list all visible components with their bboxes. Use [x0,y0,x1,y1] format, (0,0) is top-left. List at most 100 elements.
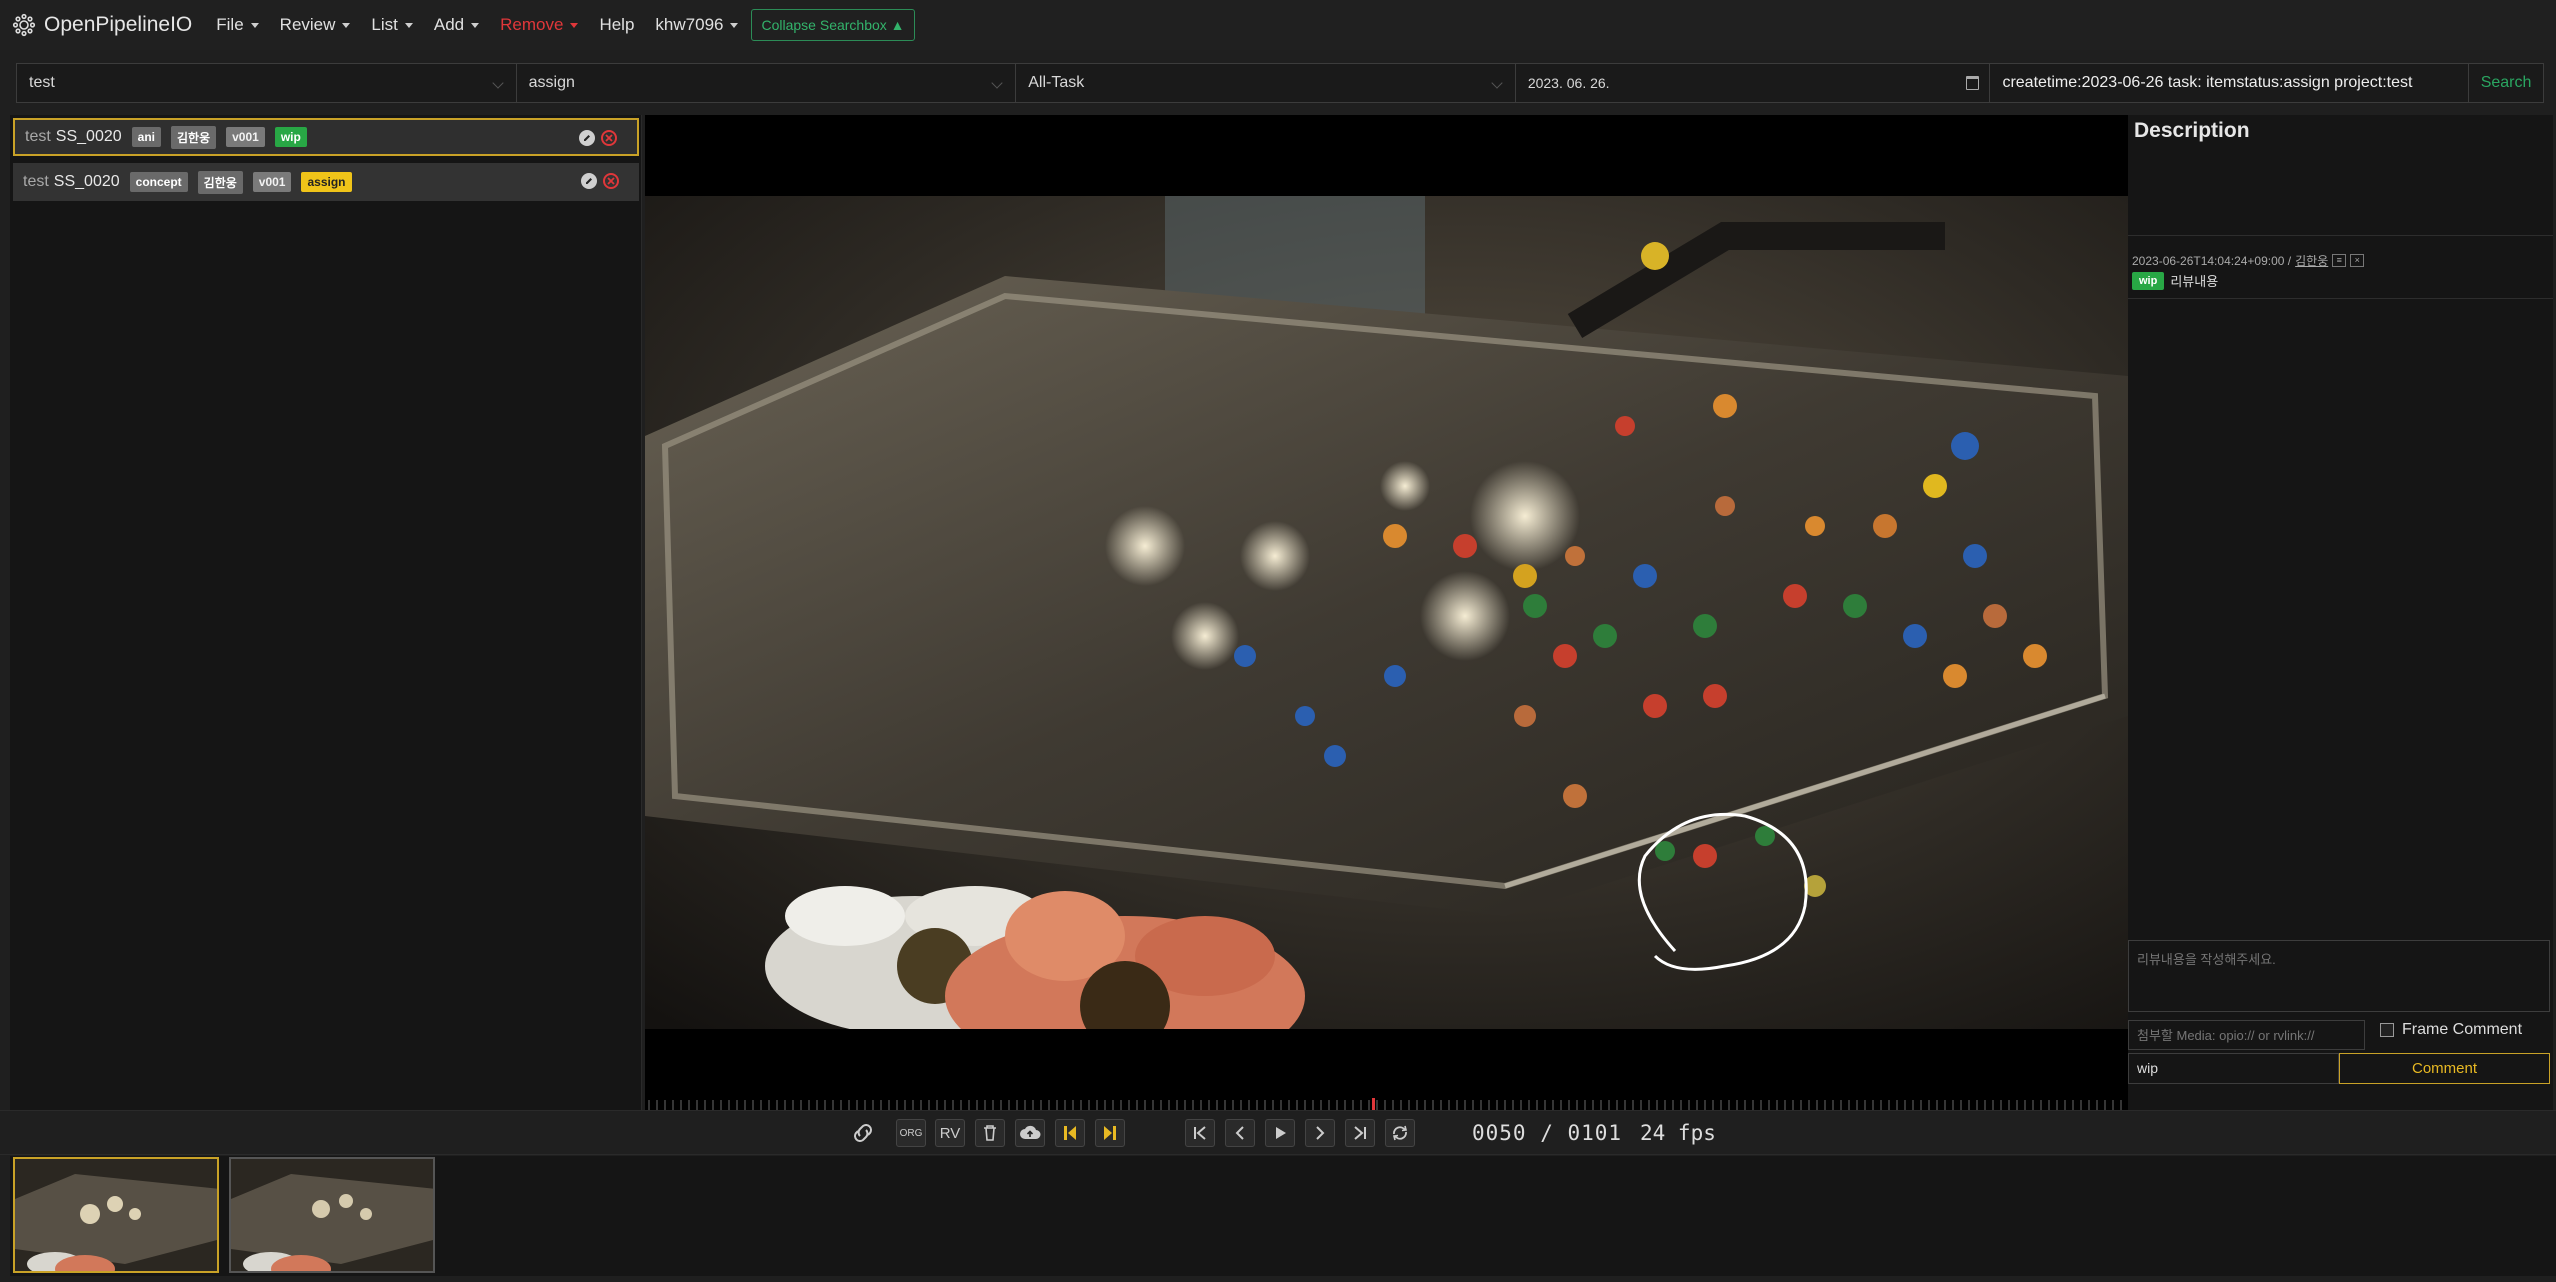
artist-badge[interactable]: 김한웅 [170,125,217,149]
task-select-value: All-Task [1028,74,1085,91]
org-button[interactable]: ORG [896,1119,926,1147]
frame-comment-checkbox[interactable] [2380,1023,2394,1037]
status-badge[interactable]: assign [301,172,352,192]
comment-meta: 2023-06-26T14:04:24+09:00 / 김한웅 ≡ × [2132,252,2365,269]
caret-down-icon [730,22,739,28]
playback-toolbar: ORG RV 0050 / 0101 24 fps [0,1110,2556,1155]
menu-review-label: Review [279,15,336,34]
rv-button[interactable]: RV [935,1119,965,1147]
org-button-label: ORG [899,1127,923,1139]
edit-icon[interactable] [581,173,597,189]
comment-button[interactable]: Comment [2339,1053,2550,1084]
edit-icon[interactable] [579,130,595,146]
task-type-badge[interactable]: concept [129,172,188,192]
review-status-select[interactable]: wip [2128,1053,2339,1084]
task-row[interactable]: test SS_0020 concept 김한웅 v001 assign [13,163,639,201]
rv-button-label: RV [939,1124,961,1142]
thumbnail[interactable] [13,1157,219,1273]
caret-down-icon [342,22,351,28]
version-badge[interactable]: v001 [252,172,292,192]
comment-text: 리뷰내용 [2170,274,2219,289]
task-row[interactable]: test SS_0020 ani 김한웅 v001 wip [13,118,639,156]
search-query-value: createtime:2023-06-26 task: itemstatus:a… [2002,74,2413,91]
menu-add-label: Add [433,15,465,34]
comment-timestamp: 2023-06-26T14:04:24+09:00 / [2132,253,2292,268]
menu-file[interactable]: File [216,15,259,35]
top-navbar: OpenPipelineIO File Review List Add Remo… [0,0,2556,50]
row-actions [581,173,619,189]
menu-list[interactable]: List [371,15,413,35]
menu-remove-label: Remove [500,15,564,34]
search-query-input[interactable]: createtime:2023-06-26 task: itemstatus:a… [1990,64,2470,102]
date-input[interactable]: 2023. 06. 26. [1516,64,1991,102]
user-menu[interactable]: khw7096 [655,15,739,35]
timeline-scrubber[interactable] [645,1098,2128,1110]
task-type-badge[interactable]: ani [131,127,161,147]
thumbnail-strip [10,1156,2556,1276]
project-select-value: test [29,74,55,91]
first-frame-icon[interactable] [1185,1119,1215,1147]
divider [2128,235,2553,236]
review-viewer[interactable] [645,115,2128,1110]
comment-author[interactable]: 김한웅 [2295,252,2328,269]
search-button[interactable]: Search [2469,64,2543,102]
status-select[interactable]: assign [517,64,1017,102]
search-box: test assign All-Task 2023. 06. 26. creat… [16,63,2544,103]
caret-down-icon [570,22,579,28]
loop-icon[interactable] [1385,1119,1415,1147]
task-project: test [23,173,49,190]
last-frame-icon[interactable] [1345,1119,1375,1147]
status-select-value: assign [528,74,575,91]
next-frame-icon[interactable] [1305,1119,1335,1147]
frame-comment-toggle[interactable]: Frame Comment [2380,1021,2522,1039]
menu-help[interactable]: Help [599,15,634,35]
project-select[interactable]: test [17,64,517,102]
comment-item: wip 리뷰내용 [2132,271,2218,290]
link-icon[interactable] [848,1119,878,1147]
task-shot: SS_0020 [55,128,122,145]
chevron-down-icon [491,77,504,89]
caret-down-icon [250,22,259,28]
previous-frame-icon[interactable] [1225,1119,1255,1147]
caret-down-icon [404,22,413,28]
delete-icon[interactable] [601,130,617,146]
brand[interactable]: OpenPipelineIO [12,13,192,37]
task-select[interactable]: All-Task [1016,64,1516,102]
delete-comment-icon[interactable]: × [2350,254,2365,267]
set-out-point-icon[interactable] [1095,1119,1125,1147]
thumbnail[interactable] [229,1157,435,1273]
review-frame-image[interactable] [645,196,2128,1029]
collapse-searchbox-button[interactable]: Collapse Searchbox ▲ [751,9,915,41]
divider [2128,298,2553,299]
delete-icon[interactable] [603,173,619,189]
play-icon[interactable] [1265,1119,1295,1147]
frame-comment-label: Frame Comment [2402,1021,2523,1038]
chevron-down-icon [1491,77,1503,89]
task-list-panel: test SS_0020 ani 김한웅 v001 wip test SS_00… [10,115,642,1110]
menu-list-label: List [371,15,398,34]
review-comment-textarea[interactable] [2128,940,2550,1012]
menu-help-label: Help [599,15,635,34]
edit-comment-icon[interactable]: ≡ [2332,254,2347,267]
playhead-marker[interactable] [1372,1098,1375,1110]
version-badge[interactable]: v001 [226,127,265,147]
frame-counter: 0050 / 0101 [1472,1121,1623,1145]
status-badge[interactable]: wip [274,127,307,147]
task-shot: SS_0020 [53,173,120,190]
media-link-input[interactable] [2128,1020,2365,1050]
gear-logo-icon [12,13,36,37]
artist-badge[interactable]: 김한웅 [197,170,243,194]
trash-icon[interactable] [975,1119,1005,1147]
menu-remove[interactable]: Remove [500,15,579,35]
caret-down-icon [471,22,480,28]
set-in-point-icon[interactable] [1055,1119,1085,1147]
comment-status-badge: wip [2132,271,2165,290]
menu-review[interactable]: Review [280,15,351,35]
menu-add[interactable]: Add [433,15,480,35]
menu-file-label: File [216,15,244,34]
task-project: test [25,128,51,145]
candy-tray-image [645,196,2128,1029]
review-comment-panel: Description 2023-06-26T14:04:24+09:00 / … [2128,115,2553,1110]
calendar-icon[interactable] [1966,76,1980,90]
cloud-upload-icon[interactable] [1015,1119,1045,1147]
